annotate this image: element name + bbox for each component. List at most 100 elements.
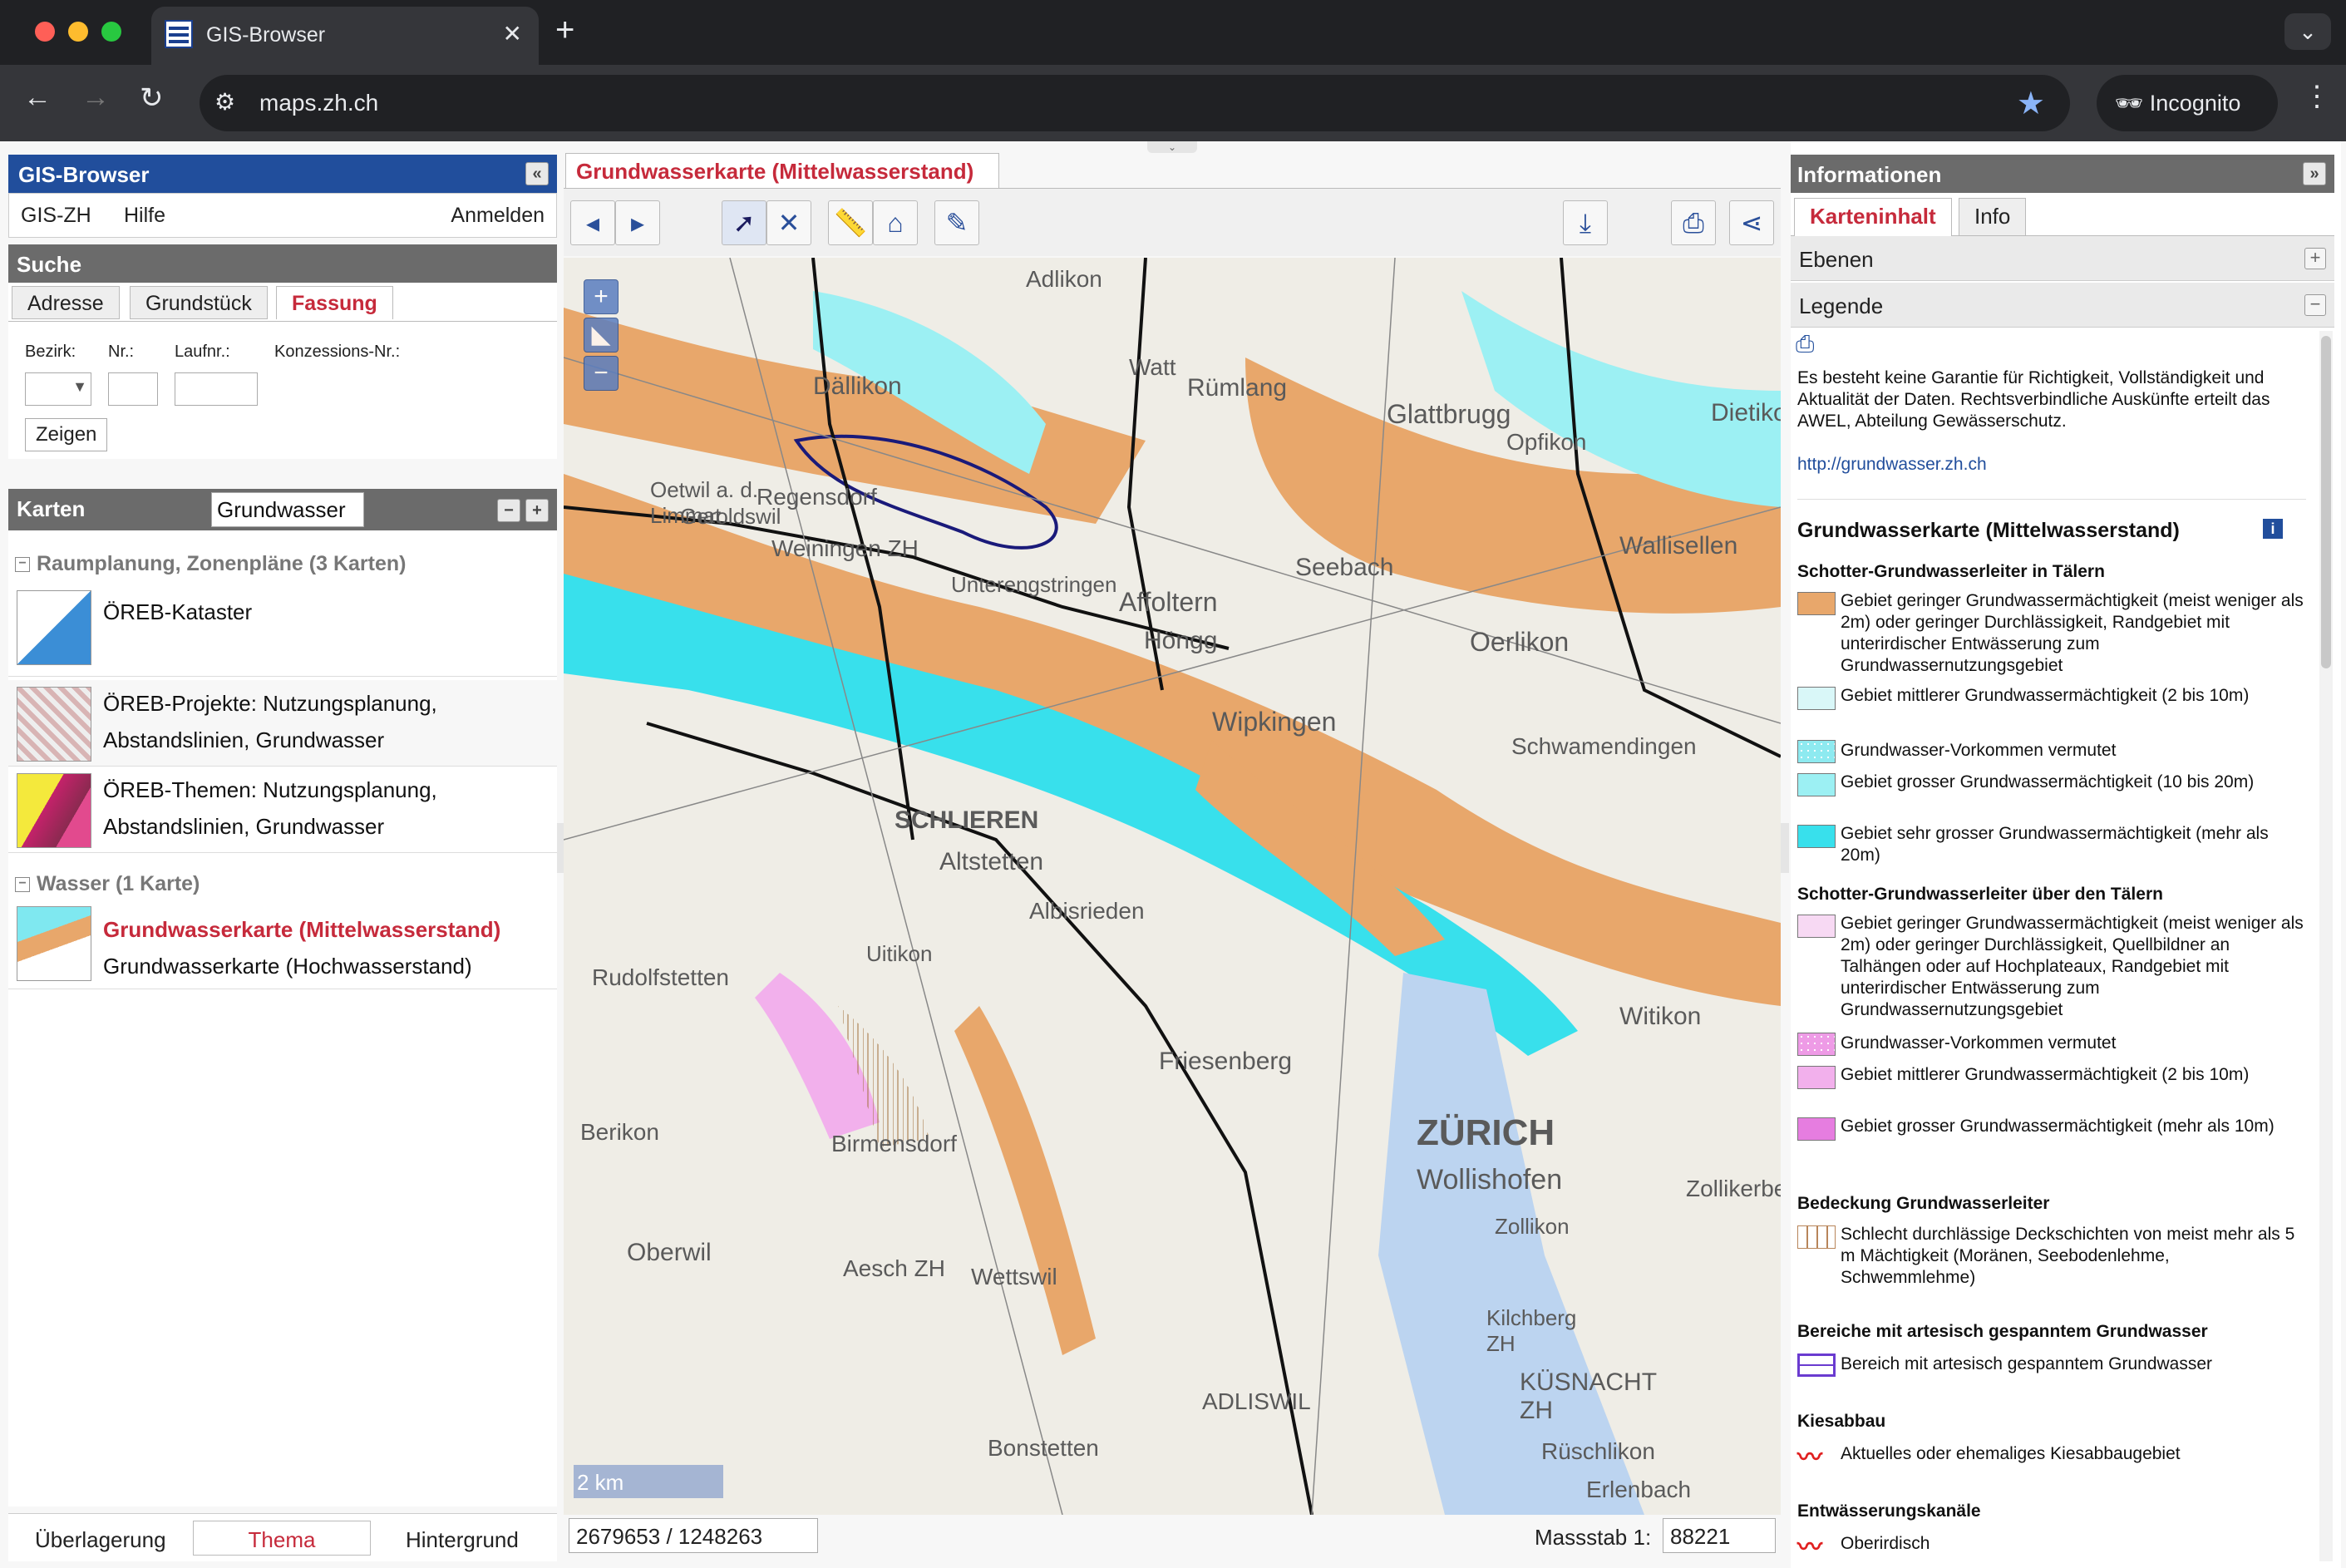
layers-row[interactable]: Ebenen + — [1791, 236, 2334, 281]
zoom-out-icon[interactable]: − — [584, 356, 619, 391]
map-label: Oberwil — [627, 1239, 712, 1266]
map-label: Uitikon — [866, 941, 933, 966]
map-item-grundwasser-hoch[interactable]: Grundwasserkarte (Hochwasserstand) — [103, 948, 472, 984]
info-header: Informationen » — [1791, 155, 2334, 193]
forward-icon[interactable]: → — [81, 81, 110, 114]
tab-ueberlagerung[interactable]: Überlagerung — [35, 1527, 166, 1553]
drainage-channel-icon: 〰 — [1797, 1534, 1822, 1561]
divider — [1797, 499, 2306, 500]
group-wasser[interactable]: − Wasser (1 Karte) — [15, 872, 200, 896]
map-tab[interactable]: Grundwasserkarte (Mittelwasserstand) — [565, 153, 999, 188]
browser-menu-icon[interactable]: ⋮ — [2303, 80, 2331, 113]
tab-search-button[interactable]: ⌄ — [2284, 13, 2331, 50]
map-label: Weiningen ZH — [771, 535, 919, 561]
collapse-group-icon[interactable]: − — [15, 877, 30, 893]
browser-tab[interactable]: GIS-Browser ✕ — [151, 7, 539, 65]
map-label: Witikon — [1619, 1003, 1702, 1030]
download-icon[interactable]: ⤓ — [1563, 200, 1608, 245]
collapse-all-icon[interactable]: − — [497, 499, 520, 522]
legend-scroll-thumb[interactable] — [2321, 336, 2331, 668]
top-collapse-handle[interactable]: ⌄ — [1147, 141, 1197, 153]
map-label: Glattbrugg — [1387, 399, 1511, 429]
group-raumplanung[interactable]: − Raumplanung, Zonenpläne (3 Karten) — [15, 552, 406, 576]
map-filter-input[interactable]: Grundwasser — [211, 492, 364, 527]
legend-row[interactable]: Legende − — [1791, 283, 2334, 328]
collapse-icon[interactable]: − — [2304, 294, 2326, 316]
map-label: Adlikon — [1026, 266, 1102, 292]
map-item-grundwasser-mittel[interactable]: Grundwasserkarte (Mittelwasserstand) — [103, 911, 500, 948]
print-legend-icon[interactable]: ⎙ — [1796, 331, 1814, 358]
address-bar[interactable]: ⚙ maps.zh.ch ★ — [200, 75, 2070, 131]
tab-hintergrund[interactable]: Hintergrund — [406, 1527, 519, 1553]
grundwasser-link[interactable]: http://grundwasser.zh.ch — [1797, 454, 2306, 476]
menu-help[interactable]: Hilfe — [124, 204, 165, 228]
menu-login[interactable]: Anmelden — [451, 204, 545, 228]
menu-gis-zh[interactable]: GIS-ZH — [21, 204, 91, 228]
share-icon[interactable]: ⋖ — [1729, 200, 1774, 245]
tab-fassung[interactable]: Fassung — [276, 286, 393, 319]
zoom-window-button[interactable] — [101, 22, 121, 42]
close-tab-icon[interactable]: ✕ — [503, 20, 522, 47]
zoom-in-icon[interactable]: + — [584, 279, 619, 314]
url-text: maps.zh.ch — [259, 90, 379, 116]
zeigen-button[interactable]: Zeigen — [25, 418, 108, 451]
map-label: Bonstetten — [988, 1435, 1099, 1461]
scale-input[interactable]: 88221 — [1663, 1518, 1776, 1553]
draw-tool-icon[interactable]: ✎ — [934, 200, 979, 245]
map-item-oereb-themen[interactable]: ÖREB-Themen: Nutzungsplanung, Abstandsli… — [8, 767, 557, 853]
left-splitter-handle[interactable] — [557, 823, 564, 873]
map-label: Höngg — [1144, 627, 1218, 654]
info-tabs: Karteninhalt Info — [1791, 193, 2334, 236]
tab-adresse[interactable]: Adresse — [12, 286, 120, 319]
deselect-tool-icon[interactable]: ✕ — [766, 200, 811, 245]
tab-thema[interactable]: Thema — [193, 1521, 371, 1556]
print-icon[interactable]: ⎙ — [1671, 200, 1716, 245]
scalebar-label: 2 km — [577, 1470, 624, 1495]
bezirk-select[interactable]: ▼ — [25, 372, 91, 406]
tab-karteninhalt[interactable]: Karteninhalt — [1794, 198, 1952, 236]
legend-swatch — [1797, 1033, 1836, 1056]
legend-label: Legende — [1799, 293, 1884, 318]
left-menubar: GIS-ZH Hilfe Anmelden — [8, 193, 557, 238]
laufnr-input[interactable] — [175, 372, 258, 406]
map-item-oereb-kataster[interactable]: ÖREB-Kataster — [8, 582, 557, 677]
nr-input[interactable] — [108, 372, 158, 406]
star-icon[interactable]: ★ — [2017, 85, 2045, 122]
tab-grundstueck[interactable]: Grundstück — [130, 286, 268, 319]
oereb-projekte-thumb — [17, 687, 91, 762]
profile-tool-icon[interactable]: ⌂ — [873, 200, 918, 245]
incognito-badge[interactable]: 🕶 Incognito — [2097, 75, 2278, 131]
reload-icon[interactable]: ↻ — [140, 81, 164, 115]
tab-info[interactable]: Info — [1959, 198, 2027, 236]
collapse-group-icon[interactable]: − — [15, 557, 30, 573]
oereb-themen-thumb — [17, 773, 91, 848]
collapse-left-icon[interactable]: « — [525, 162, 549, 185]
map-item-oereb-projekte[interactable]: ÖREB-Projekte: Nutzungsplanung, Abstands… — [8, 680, 557, 767]
info-icon[interactable]: i — [2263, 519, 2283, 539]
legend-swatch — [1797, 1117, 1836, 1141]
new-tab-button[interactable]: + — [555, 12, 574, 49]
legend-title: Grundwasserkarte (Mittelwasserstand) — [1797, 519, 2180, 542]
map-label: Aesch ZH — [843, 1255, 945, 1281]
back-icon[interactable]: ← — [23, 81, 52, 114]
measure-tool-icon[interactable]: 📏 — [828, 200, 873, 245]
minimize-window-button[interactable] — [68, 22, 88, 42]
map-label: Wettswil — [971, 1264, 1057, 1289]
maps-header: Karten Grundwasser − + — [8, 489, 557, 530]
map-label: Rümlang — [1187, 374, 1288, 402]
legend-text: Gebiet mittlerer Grundwassermächtigkeit … — [1841, 686, 2250, 705]
map-canvas[interactable]: ZÜRICH Wollishofen Oerlikon Affoltern Hö… — [564, 258, 1781, 1515]
legend-text: Gebiet grosser Grundwassermächtigkeit (1… — [1841, 772, 2255, 791]
chevron-down-icon: ▼ — [72, 378, 87, 395]
history-forward-icon[interactable]: ▸ — [615, 200, 660, 245]
select-tool-icon[interactable]: ➚ — [722, 200, 766, 245]
right-splitter-handle[interactable] — [1781, 823, 1789, 873]
zoom-extent-icon[interactable]: ◣ — [584, 318, 619, 353]
site-settings-icon[interactable]: ⚙ — [214, 88, 235, 116]
map-item-label: ÖREB-Projekte: Nutzungsplanung, Abstands… — [103, 691, 437, 752]
history-back-icon[interactable]: ◂ — [570, 200, 615, 245]
expand-all-icon[interactable]: + — [525, 499, 549, 522]
close-window-button[interactable] — [35, 22, 55, 42]
expand-icon[interactable]: + — [2304, 248, 2326, 269]
collapse-right-icon[interactable]: » — [2303, 162, 2326, 185]
